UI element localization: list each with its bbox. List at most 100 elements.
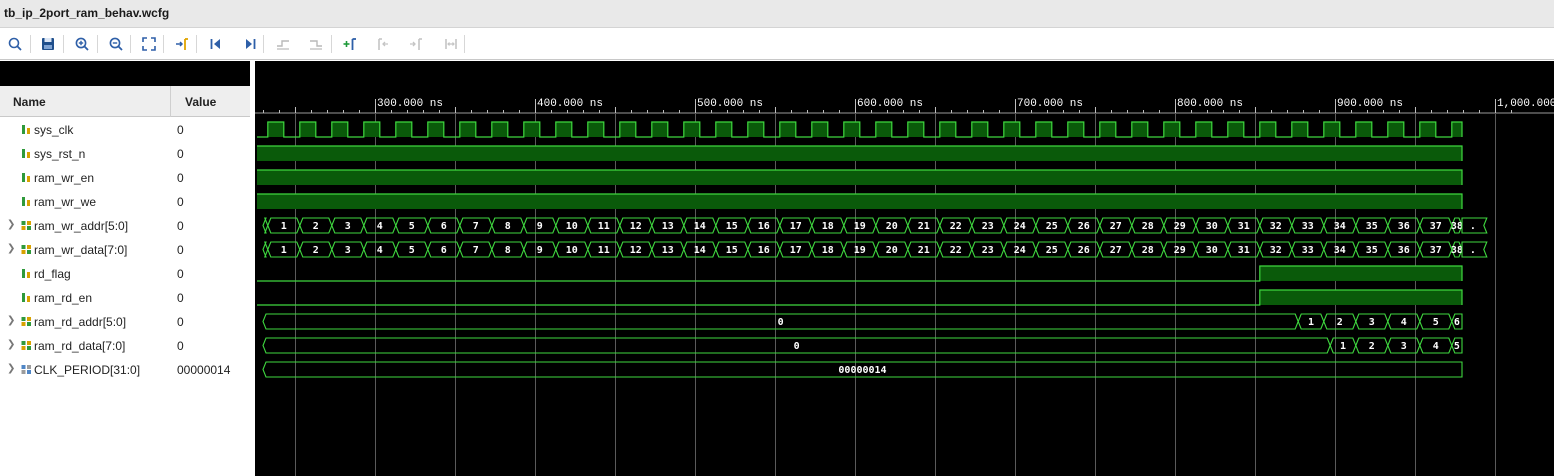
sys-rst-n-high xyxy=(257,146,1462,161)
bit-signal-icon xyxy=(21,292,32,303)
go-to-last-time-button[interactable] xyxy=(238,32,262,56)
ram-wr-addr-value-label: 2 xyxy=(313,221,319,232)
ram-wr-data-value-label: 18 xyxy=(822,245,834,256)
ram-wr-addr-value-label: 18 xyxy=(822,221,834,232)
clock-high-phase xyxy=(1163,122,1180,137)
clock-high-phase xyxy=(683,122,700,137)
search-button[interactable] xyxy=(3,32,27,56)
zoom-in-button[interactable] xyxy=(70,32,94,56)
ram-rd-addr-value-label: 1 xyxy=(1308,317,1314,328)
add-marker-button[interactable] xyxy=(338,32,362,56)
save-button[interactable] xyxy=(36,32,60,56)
ram-wr-addr-value-label: 7 xyxy=(473,221,479,232)
name-column-header[interactable]: Name xyxy=(13,95,46,109)
signal-row[interactable]: rd_flag 0 xyxy=(0,262,250,286)
signal-row[interactable]: ram_wr_en 0 xyxy=(0,166,250,190)
go-to-cursor-button[interactable] xyxy=(170,32,194,56)
ram-wr-addr-value-label: 30 xyxy=(1206,221,1218,232)
next-marker-icon xyxy=(410,38,422,50)
clock-high-phase xyxy=(1355,122,1372,137)
signal-name: ram_wr_en xyxy=(34,171,95,185)
ram-wr-addr-value-label: 22 xyxy=(950,221,962,232)
signal-row[interactable]: ❯ CLK_PERIOD[31:0] 00000014 xyxy=(0,358,250,382)
next-marker-button[interactable] xyxy=(404,32,428,56)
ram-wr-addr-value-label: 4 xyxy=(377,221,383,232)
ram-wr-data-value-label: 35 xyxy=(1366,245,1378,256)
ram-wr-data-segment xyxy=(262,241,269,258)
signal-value: 0 xyxy=(177,147,184,161)
zoom-out-button[interactable] xyxy=(104,32,128,56)
swap-cursors-button[interactable] xyxy=(439,32,463,56)
go-to-time-zero-button[interactable] xyxy=(204,32,228,56)
ram-wr-addr-value-label: 20 xyxy=(886,221,898,232)
ram-wr-data-value-label: 3 xyxy=(345,245,351,256)
expand-chevron-icon[interactable]: ❯ xyxy=(7,243,17,255)
clock-high-phase xyxy=(363,122,380,137)
toolbar-separator xyxy=(196,35,197,53)
ram-wr-data-value-label: 10 xyxy=(566,245,578,256)
ram-wr-data-value-label: . xyxy=(1470,245,1476,256)
ram-wr-addr-value-label: 26 xyxy=(1078,221,1090,232)
clock-high-phase xyxy=(331,122,348,137)
ram-wr-addr-value-label: 10 xyxy=(566,221,578,232)
ram-wr-data-value-label: 20 xyxy=(886,245,898,256)
signal-name: CLK_PERIOD[31:0] xyxy=(34,363,141,377)
ram-rd-data-value-label: 2 xyxy=(1369,341,1375,352)
ram-wr-addr-value-label: 11 xyxy=(598,221,610,232)
ram-rd-data-value-label: 4 xyxy=(1433,341,1439,352)
waveform-pane[interactable]: 300.000 ns 400.000 ns 500.000 ns 600.000 ns… xyxy=(255,61,1554,476)
ram-wr-addr-value-label: 28 xyxy=(1142,221,1154,232)
ram-wr-addr-value-label: 23 xyxy=(982,221,994,232)
toolbar-separator xyxy=(263,35,264,53)
expand-chevron-icon[interactable]: ❯ xyxy=(7,339,17,351)
signal-name: sys_clk xyxy=(34,123,74,137)
clock-high-phase xyxy=(619,122,636,137)
signal-value: 0 xyxy=(177,123,184,137)
signal-row[interactable]: ❯ ram_wr_addr[5:0] 0 xyxy=(0,214,250,238)
signal-row[interactable]: sys_rst_n 0 xyxy=(0,142,250,166)
expand-chevron-icon[interactable]: ❯ xyxy=(7,363,17,375)
window-title-bar: tb_ip_2port_ram_behav.wcfg xyxy=(0,0,1554,28)
save-icon xyxy=(42,38,54,50)
signal-row[interactable]: ❯ ram_rd_addr[5:0] 0 xyxy=(0,310,250,334)
signal-row[interactable]: sys_clk 0 xyxy=(0,118,250,142)
clock-high-phase xyxy=(1099,122,1116,137)
ram-wr-data-value-label: 23 xyxy=(982,245,994,256)
previous-marker-button[interactable] xyxy=(371,32,395,56)
signal-row[interactable]: ❯ ram_wr_data[7:0] 0 xyxy=(0,238,250,262)
signal-row[interactable]: ram_rd_en 0 xyxy=(0,286,250,310)
zoom-fit-icon xyxy=(142,37,156,51)
signal-row[interactable]: ram_wr_we 0 xyxy=(0,190,250,214)
expand-chevron-icon[interactable]: ❯ xyxy=(7,315,17,327)
signal-name: ram_rd_addr[5:0] xyxy=(34,315,127,329)
ram-wr-data-value-label: 37 xyxy=(1430,245,1442,256)
ram-wr-addr-value-label: 16 xyxy=(758,221,770,232)
ram-wr-data-value-label: 38 xyxy=(1451,245,1463,256)
ram-wr-addr-value-label: 8 xyxy=(505,221,511,232)
column-divider[interactable] xyxy=(170,86,171,117)
zoom-fit-button[interactable] xyxy=(137,32,161,56)
timeline-label: 900.000 ns xyxy=(1337,98,1403,110)
clock-high-phase xyxy=(427,122,444,137)
next-transition-button[interactable] xyxy=(304,32,328,56)
bit-signal-icon xyxy=(21,172,32,183)
signal-row[interactable]: ❯ ram_rd_data[7:0] 0 xyxy=(0,334,250,358)
ram-rd-data-value-label: 0 xyxy=(794,341,800,352)
ram-wr-addr-value-label: 32 xyxy=(1270,221,1282,232)
previous-transition-button[interactable] xyxy=(271,32,295,56)
waveform-canvas[interactable]: 300.000 ns 400.000 ns 500.000 ns 600.000 ns… xyxy=(255,61,1554,476)
signal-name: ram_wr_data[7:0] xyxy=(34,243,128,257)
bus-signal-icon xyxy=(21,340,32,351)
ram-wr-data-value-label: 6 xyxy=(441,245,447,256)
ram-wr-data-value-label: 12 xyxy=(630,245,642,256)
signal-list-pane: Name Value sys_clk 0 sys_rst_n 0 ram_wr_en 0 r… xyxy=(0,61,250,476)
value-column-header[interactable]: Value xyxy=(185,95,216,109)
ram-wr-data-value-label: 8 xyxy=(505,245,511,256)
timeline-label: 500.000 ns xyxy=(697,98,763,110)
ram-wr-addr-value-label: 14 xyxy=(694,221,706,232)
ram-wr-addr-value-label: 5 xyxy=(409,221,415,232)
ram-wr-data-value-label: 4 xyxy=(377,245,383,256)
ram-wr-addr-value-label: 27 xyxy=(1110,221,1122,232)
expand-chevron-icon[interactable]: ❯ xyxy=(7,219,17,231)
signal-value: 00000014 xyxy=(177,363,231,377)
